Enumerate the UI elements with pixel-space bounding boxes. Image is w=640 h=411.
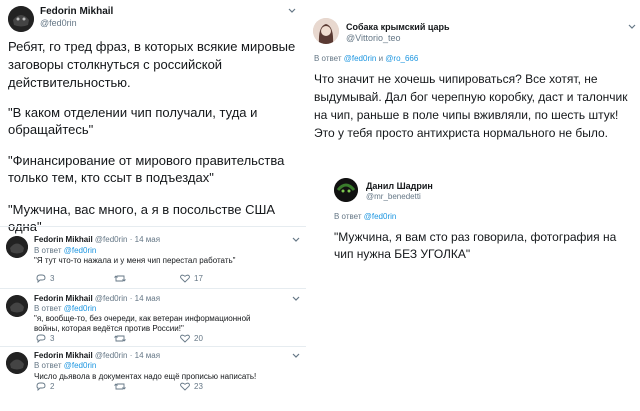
chevron-down-icon[interactable] [628,24,636,32]
tweet-author-handle[interactable]: @mr_benedetti [366,192,421,201]
retweet-icon[interactable] [114,334,126,343]
chevron-down-icon[interactable] [288,8,296,16]
tweet-text: Что значит не хочешь чипироваться? Все х… [314,72,628,140]
reply-author-name[interactable]: Fedorin Mikhail [34,294,93,303]
like-icon[interactable] [180,274,190,283]
chevron-down-icon[interactable] [292,353,300,361]
main-tweet-quote-1: "В каком отделении чип получали, туда и … [8,105,258,137]
like-action[interactable]: 20 [180,334,203,343]
reply-to-link[interactable]: @fed0rin [344,54,377,63]
reply-action[interactable]: 3 [36,274,54,283]
divider [0,346,306,347]
reply-author-name[interactable]: Fedorin Mikhail [34,235,93,244]
reply-count: 2 [50,382,55,391]
reply-prefix: В ответ [34,304,62,313]
left-tweet-thread: Fedorin Mikhail @fed0rin Ребят, го тред … [0,0,306,411]
reply-prefix: В ответ [314,54,342,63]
reply-date[interactable]: 14 мая [135,351,160,360]
reply-text: Число дьявола в документах надо ещё проп… [34,372,257,381]
reply-tweet[interactable]: Fedorin Mikhail @fed0rin · 14 мая В отве… [0,290,306,346]
like-action[interactable]: 17 [180,274,203,283]
reply-to-link[interactable]: @fed0rin [64,304,97,313]
avatar[interactable] [8,6,34,32]
reply-to-link[interactable]: @fed0rin [364,212,397,221]
reply-to-link[interactable]: @fed0rin [64,246,97,255]
avatar[interactable] [334,178,358,202]
like-icon[interactable] [180,334,190,343]
reply-to-link[interactable]: @ro_666 [385,54,418,63]
chevron-down-icon[interactable] [292,296,300,304]
reply-prefix: В ответ [334,212,362,221]
avatar[interactable] [6,236,28,258]
reply-tweet[interactable]: Fedorin Mikhail @fed0rin · 14 мая В отве… [0,230,306,286]
avatar[interactable] [313,18,339,44]
tweet-author-name[interactable]: Собака крымский царь [346,22,450,32]
reply-to-link[interactable]: @fed0rin [64,361,97,370]
like-action[interactable]: 23 [180,382,203,391]
main-author-handle[interactable]: @fed0rin [40,18,77,28]
like-count: 17 [194,274,203,283]
avatar[interactable] [6,295,28,317]
reply-author-handle[interactable]: @fed0rin [95,351,128,360]
avatar[interactable] [6,352,28,374]
reply-count: 3 [50,334,55,343]
main-tweet-quote-2: "Финансирование от мирового правительств… [8,153,285,185]
retweet-icon[interactable] [114,382,126,391]
divider [0,226,306,227]
like-icon[interactable] [180,382,190,391]
reply-tweet[interactable]: Fedorin Mikhail @fed0rin · 14 мая В отве… [0,348,306,400]
like-count: 23 [194,382,203,391]
retweet-icon[interactable] [114,274,126,283]
reply-text: "я, вообще-то, без очереди, как ветеран … [34,314,251,333]
reply-count: 3 [50,274,55,283]
reply-icon[interactable] [36,334,46,343]
reply-action[interactable]: 3 [36,334,54,343]
reply-icon[interactable] [36,382,46,391]
reply-icon[interactable] [36,274,46,283]
retweet-action[interactable] [114,334,126,343]
reply-author-handle[interactable]: @fed0rin [95,235,128,244]
chevron-down-icon[interactable] [292,237,300,245]
reply-text: "Я тут что-то нажала и у меня чип перест… [34,256,236,265]
main-tweet-text: Ребят, го тред фраз, в которых всякие ми… [8,39,296,90]
retweet-action[interactable] [114,274,126,283]
right-tweet-thread: Собака крымский царь @Vittorio_teo В отв… [306,0,640,411]
reply-prefix: В ответ [34,246,62,255]
divider [0,288,306,289]
tweet-author-handle[interactable]: @Vittorio_teo [346,33,401,43]
like-count: 20 [194,334,203,343]
reply-prefix: В ответ [34,361,62,370]
reply-author-name[interactable]: Fedorin Mikhail [34,351,93,360]
reply-action[interactable]: 2 [36,382,54,391]
reply-author-handle[interactable]: @fed0rin [95,294,128,303]
reply-date[interactable]: 14 мая [135,235,160,244]
reply-and: и [378,54,384,63]
retweet-action[interactable] [114,382,126,391]
main-author-name[interactable]: Fedorin Mikhail [40,6,113,17]
reply-date[interactable]: 14 мая [135,294,160,303]
tweet-text: "Мужчина, я вам сто раз говорила, фотогр… [334,230,617,261]
tweet-author-name[interactable]: Данил Шадрин [366,181,433,191]
